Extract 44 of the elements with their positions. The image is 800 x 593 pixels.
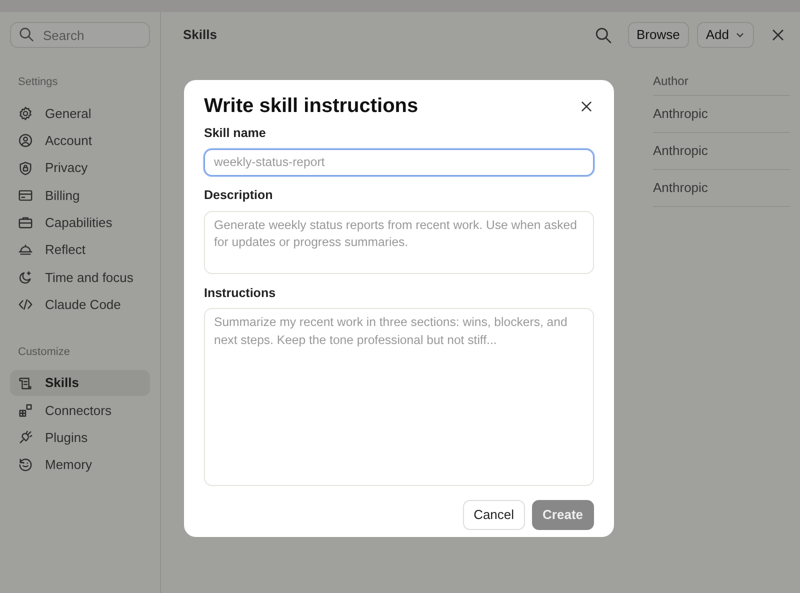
sidebar-item[interactable]: Reflect (10, 236, 150, 263)
cancel-button[interactable]: Cancel (462, 500, 526, 530)
sidebar-item[interactable]: Capabilities (10, 210, 150, 236)
caret-icon (735, 30, 745, 40)
sidebar-item[interactable]: Plugins (10, 424, 150, 451)
sidebar-item[interactable]: Time and focus (10, 264, 150, 290)
table-cell: Anthropic (653, 170, 790, 207)
code-icon (18, 297, 33, 312)
column-header: Author (653, 72, 790, 96)
credit-card-icon (18, 188, 33, 203)
table-cell: Anthropic (653, 133, 790, 170)
briefcase-icon (18, 215, 33, 230)
field-label: Instructions (204, 284, 277, 302)
moon-icon (18, 270, 33, 285)
section-heading: Settings (18, 75, 59, 90)
sidebar-item[interactable]: Billing (10, 182, 150, 208)
text-area[interactable]: Generate weekly status reports from recent work. Use when asked for updates or progress summaries. (204, 210, 594, 274)
blocks-icon (18, 402, 33, 418)
gear-icon (18, 106, 33, 121)
sidebar-item[interactable]: Claude Code (10, 292, 150, 318)
section-heading: Customize (18, 344, 71, 360)
sidebar-item[interactable]: Memory (10, 452, 150, 478)
sidebar-item[interactable]: Account (10, 128, 150, 154)
search-field[interactable]: Search (10, 22, 150, 48)
user-circle-icon (18, 133, 33, 148)
field-label: Skill name (204, 125, 267, 142)
sidebar-item[interactable]: Privacy (10, 155, 150, 182)
sidebar-item[interactable]: Skills (10, 370, 150, 396)
add-button[interactable]: Add (696, 22, 754, 48)
field-label: Description (204, 186, 274, 204)
sidebar-item[interactable]: Connectors (10, 397, 150, 424)
close-button[interactable] (579, 100, 594, 112)
clock-rewind-icon (18, 457, 33, 472)
sidebar-item[interactable]: General (10, 100, 150, 126)
text-area[interactable]: Summarize my recent work in three sections: wins, blockers, and next steps. Keep the tone professional but not stiff... (204, 308, 594, 486)
scroll-icon (18, 376, 33, 391)
dialog-title: Write skill instructions (204, 94, 418, 118)
browse-button[interactable]: Browse (628, 22, 689, 48)
page-title: Skills (183, 26, 218, 44)
table-cell: Anthropic (653, 96, 790, 133)
input-field[interactable]: weekly-status-report (204, 148, 594, 176)
dome-icon (18, 242, 33, 258)
plug-icon (18, 430, 33, 446)
shield-lock-icon (18, 160, 33, 176)
